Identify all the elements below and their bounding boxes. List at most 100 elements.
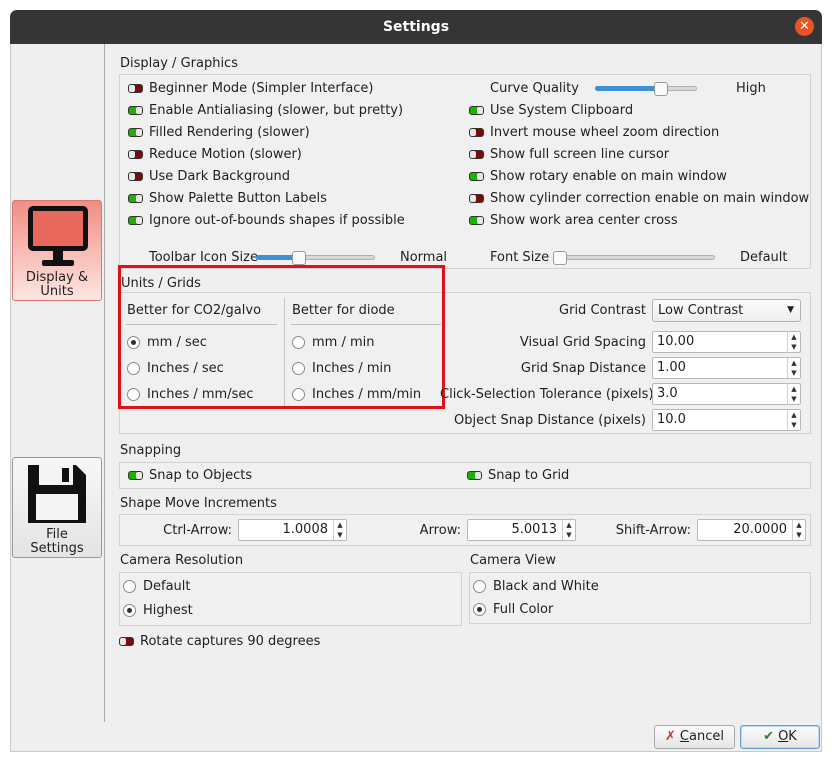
window-title: Settings [382,19,450,35]
filled-rendering-toggle[interactable]: Filled Rendering (slower) [128,124,468,144]
spin-up-icon[interactable]: ▲ [788,384,800,394]
spin-down-icon[interactable]: ▼ [788,368,800,378]
toggle-icon [128,84,143,93]
visual-grid-spacing-input[interactable]: 10.00 ▲ ▼ [652,331,801,353]
camera-view-black-white-radio[interactable]: Black and White [473,578,673,598]
spin-down-icon[interactable]: ▼ [788,342,800,352]
spin-buttons[interactable]: ▲ ▼ [792,520,805,540]
grid-contrast-select[interactable]: Low Contrast ▼ [652,299,801,322]
spin-down-icon[interactable]: ▼ [563,530,575,540]
curve-quality-slider[interactable] [595,82,697,96]
spin-buttons[interactable]: ▲ ▼ [787,332,800,352]
spin-buttons[interactable]: ▲ ▼ [787,358,800,378]
slider-fill [595,86,661,91]
toggle-icon [467,471,482,480]
spin-down-icon[interactable]: ▼ [788,394,800,404]
toggle-icon [128,471,143,480]
slider-handle[interactable] [292,251,306,265]
toggle-icon [469,216,484,225]
spin-down-icon[interactable]: ▼ [334,530,346,540]
spin-up-icon[interactable]: ▲ [788,332,800,342]
click-selection-tolerance-label: Click-Selection Tolerance (pixels) [440,387,654,402]
units-column-divider [284,298,285,406]
unit-mm-min-radio[interactable]: mm / min [292,334,437,354]
chevron-down-icon: ▼ [787,305,794,315]
camera-view-full-color-radio[interactable]: Full Color [473,601,673,621]
radio-icon [127,362,140,375]
snap-to-grid-toggle[interactable]: Snap to Grid [467,467,667,487]
spin-up-icon[interactable]: ▲ [793,520,805,530]
spin-buttons[interactable]: ▲ ▼ [333,520,346,540]
sidebar-item-display-units[interactable]: Display & Units [12,200,102,301]
ok-button[interactable]: ✔ OK [740,725,820,749]
font-size-value: Default [740,250,788,265]
ctrl-arrow-input[interactable]: 1.0008 ▲ ▼ [238,519,347,541]
sidebar-item-label: File Settings [30,527,84,556]
display-graphics-heading: Display / Graphics [120,56,238,71]
system-clipboard-toggle[interactable]: Use System Clipboard [469,102,799,122]
reduce-motion-toggle[interactable]: Reduce Motion (slower) [128,146,468,166]
unit-inches-sec-radio[interactable]: Inches / sec [127,360,277,380]
move-increments-heading: Shape Move Increments [120,496,277,511]
palette-labels-toggle[interactable]: Show Palette Button Labels [128,190,468,210]
object-snap-distance-input[interactable]: 10.0 ▲ ▼ [652,409,801,431]
checkmark-icon: ✔ [763,729,775,744]
radio-icon [123,604,136,617]
co2-header: Better for CO2/galvo [127,303,262,318]
snap-to-objects-toggle[interactable]: Snap to Objects [128,467,328,487]
rotate-captures-toggle[interactable]: Rotate captures 90 degrees [119,633,379,653]
spin-buttons[interactable]: ▲ ▼ [787,410,800,430]
font-size-slider[interactable] [553,251,715,265]
spin-buttons[interactable]: ▲ ▼ [787,384,800,404]
shift-arrow-input[interactable]: 20.0000 ▲ ▼ [697,519,806,541]
spin-up-icon[interactable]: ▲ [563,520,575,530]
unit-mm-sec-radio[interactable]: mm / sec [127,334,277,354]
floppy-disk-icon [28,465,86,523]
toggle-icon [128,216,143,225]
arrow-input[interactable]: 5.0013 ▲ ▼ [467,519,576,541]
unit-inches-min-radio[interactable]: Inches / min [292,360,437,380]
grid-snap-distance-input[interactable]: 1.00 ▲ ▼ [652,357,801,379]
spin-up-icon[interactable]: ▲ [788,410,800,420]
toolbar-icon-size-slider[interactable] [256,251,375,265]
sidebar-item-file-settings[interactable]: File Settings [12,457,102,558]
rotary-enable-toggle[interactable]: Show rotary enable on main window [469,168,799,188]
ignore-out-of-bounds-toggle[interactable]: Ignore out-of-bounds shapes if possible [128,212,468,232]
center-cross-toggle[interactable]: Show work area center cross [469,212,799,232]
toolbar-icon-size-value: Normal [400,250,448,265]
spin-up-icon[interactable]: ▲ [788,358,800,368]
cancel-button[interactable]: ✗ Cancel [654,725,735,749]
dark-background-toggle[interactable]: Use Dark Background [128,168,468,188]
camera-resolution-default-radio[interactable]: Default [123,578,323,598]
toggle-icon [119,637,134,646]
toggle-icon [128,106,143,115]
spin-buttons[interactable]: ▲ ▼ [562,520,575,540]
unit-inches-mm-min-radio[interactable]: Inches / mm/min [292,386,437,406]
radio-icon [127,388,140,401]
diode-separator [291,324,441,325]
sidebar-item-label: Display & Units [25,270,89,299]
beginner-mode-toggle[interactable]: Beginner Mode (Simpler Interface) [128,80,468,100]
unit-inches-mm-sec-radio[interactable]: Inches / mm/sec [127,386,277,406]
toggle-icon [469,172,484,181]
slider-handle[interactable] [654,82,668,96]
click-selection-tolerance-input[interactable]: 3.0 ▲ ▼ [652,383,801,405]
spin-down-icon[interactable]: ▼ [788,420,800,430]
camera-resolution-highest-radio[interactable]: Highest [123,602,323,622]
toggle-icon [128,150,143,159]
antialiasing-toggle[interactable]: Enable Antialiasing (slower, but pretty) [128,102,468,122]
slider-handle[interactable] [553,251,567,265]
object-snap-distance-label: Object Snap Distance (pixels) [454,413,646,428]
units-grids-heading: Units / Grids [121,276,201,291]
camera-view-heading: Camera View [470,553,556,568]
cylinder-correction-toggle[interactable]: Show cylinder correction enable on main … [469,190,809,210]
close-button[interactable]: ✕ [795,17,814,36]
ctrl-arrow-label: Ctrl-Arrow: [163,523,232,538]
spin-down-icon[interactable]: ▼ [793,530,805,540]
line-cursor-toggle[interactable]: Show full screen line cursor [469,146,799,166]
spin-up-icon[interactable]: ▲ [334,520,346,530]
toggle-icon [128,128,143,137]
invert-wheel-zoom-toggle[interactable]: Invert mouse wheel zoom direction [469,124,799,144]
toggle-icon [469,150,484,159]
shift-arrow-label: Shift-Arrow: [615,523,691,538]
